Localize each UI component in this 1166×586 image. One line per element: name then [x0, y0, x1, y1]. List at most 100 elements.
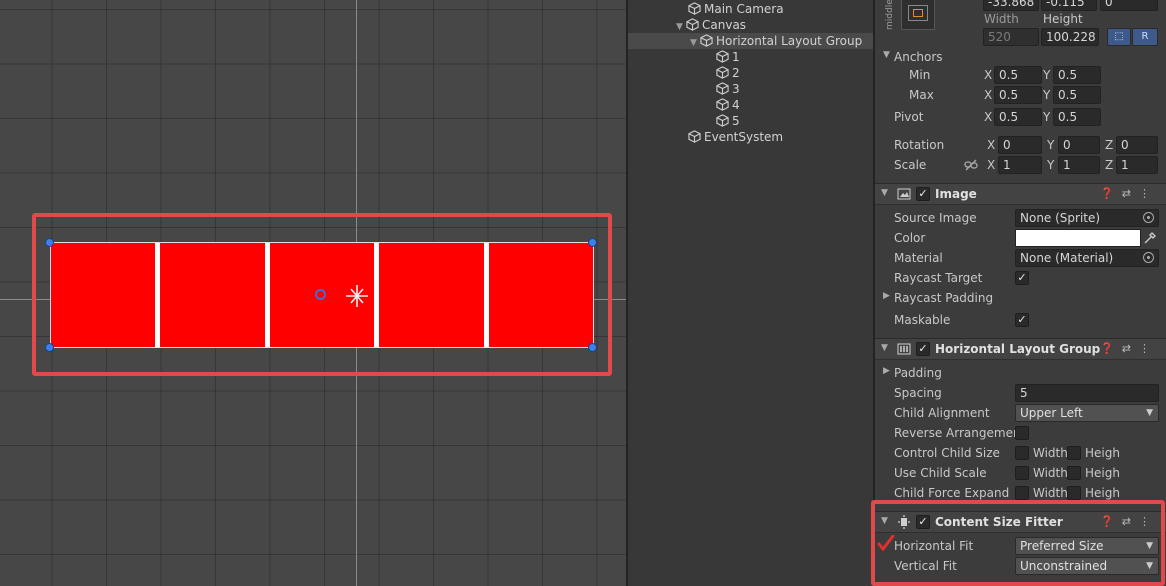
- hierarchy-item-3[interactable]: 3: [716, 81, 740, 97]
- color-swatch[interactable]: [1015, 229, 1141, 247]
- component-tools[interactable]: ❓⇄⋮: [1100, 187, 1158, 200]
- width-label: Width: [984, 12, 1019, 26]
- check-mark-annotation-icon: [877, 535, 895, 551]
- scale-width-label: Width: [1033, 466, 1068, 480]
- material-field[interactable]: None (Material): [1015, 249, 1159, 267]
- control-width-label: Width: [1033, 446, 1068, 460]
- image-component-icon: [897, 188, 911, 200]
- object-picker-icon[interactable]: [1143, 212, 1154, 223]
- child-force-expand-height-checkbox[interactable]: [1067, 486, 1081, 500]
- rotation-y-field[interactable]: 0: [1058, 136, 1100, 154]
- raycast-target-checkbox[interactable]: ✓: [1015, 271, 1029, 285]
- material-label: Material: [894, 251, 943, 265]
- anchors-label: Anchors: [894, 50, 943, 64]
- anchor-preset-button[interactable]: [901, 0, 935, 30]
- image-component-header[interactable]: ▼ ✓ Image ❓⇄⋮: [875, 183, 1166, 205]
- hierarchy-item-canvas[interactable]: ▼ Canvas: [676, 17, 746, 33]
- blueprint-mode-button[interactable]: ⬚: [1107, 28, 1131, 46]
- control-height-label: Heigh: [1085, 446, 1120, 460]
- use-child-scale-width-checkbox[interactable]: [1015, 466, 1029, 480]
- constrain-proportions-icon[interactable]: [964, 159, 978, 171]
- hierarchy-item-horizontal-layout-group[interactable]: ▼ Horizontal Layout Group: [628, 33, 873, 49]
- min-label: Min: [909, 68, 931, 82]
- resize-handle-top-left[interactable]: [45, 238, 54, 247]
- component-tools[interactable]: ❓⇄⋮: [1100, 342, 1158, 355]
- anchor-max-y-field[interactable]: 0.5: [1053, 86, 1101, 104]
- hlg-enabled-checkbox[interactable]: ✓: [916, 342, 930, 356]
- width-field[interactable]: 520: [983, 28, 1039, 46]
- anchor-preset-center: [913, 9, 923, 17]
- fold-arrow-icon[interactable]: ▼: [881, 343, 888, 353]
- gameobject-icon: [716, 66, 729, 79]
- raw-edit-button[interactable]: R: [1132, 28, 1158, 46]
- pivot-handle[interactable]: [315, 289, 326, 300]
- resize-handle-bottom-left[interactable]: [45, 343, 54, 352]
- fold-arrow-icon[interactable]: ▼: [881, 188, 888, 198]
- hierarchy-panel: Main Camera ▼ Canvas ▼ Horizontal Layout G…: [628, 0, 873, 586]
- scale-y-field[interactable]: 1: [1058, 156, 1100, 174]
- anchors-fold-icon[interactable]: ▼: [883, 50, 890, 60]
- hierarchy-item-main-camera[interactable]: Main Camera: [688, 1, 784, 17]
- resize-handle-top-right[interactable]: [588, 238, 597, 247]
- eyedropper-icon[interactable]: [1143, 231, 1157, 245]
- reverse-arrangement-checkbox[interactable]: [1015, 426, 1029, 440]
- scale-height-label: Heigh: [1085, 466, 1120, 480]
- hierarchy-item-eventsystem[interactable]: EventSystem: [688, 129, 783, 145]
- object-picker-icon[interactable]: [1143, 252, 1154, 263]
- resize-handle-bottom-right[interactable]: [588, 343, 597, 352]
- pivot-y-field[interactable]: 0.5: [1053, 108, 1101, 126]
- anchor-icon[interactable]: [344, 283, 370, 309]
- hierarchy-item-1[interactable]: 1: [716, 49, 740, 65]
- scale-x-field[interactable]: 1: [998, 156, 1042, 174]
- reverse-arrangement-label: Reverse Arrangement: [894, 426, 1026, 440]
- use-child-scale-label: Use Child Scale: [894, 466, 987, 480]
- hlg-component-header[interactable]: ▼ ✓ Horizontal Layout Group ❓⇄⋮: [875, 338, 1166, 360]
- child-cell-4[interactable]: [379, 243, 484, 347]
- pos-x-field[interactable]: -33.868: [983, 0, 1039, 11]
- anchor-min-y-field[interactable]: 0.5: [1053, 66, 1101, 84]
- child-cell-1[interactable]: [51, 243, 156, 347]
- anchor-min-x-field[interactable]: 0.5: [994, 66, 1042, 84]
- pivot-y-label: Y: [1043, 110, 1051, 124]
- maskable-checkbox[interactable]: ✓: [1015, 313, 1029, 327]
- scale-z-field[interactable]: 1: [1116, 156, 1158, 174]
- gameobject-icon: [686, 18, 699, 31]
- image-enabled-checkbox[interactable]: ✓: [916, 187, 930, 201]
- raycast-padding-label[interactable]: Raycast Padding: [894, 291, 993, 305]
- padding-label[interactable]: Padding: [894, 366, 942, 380]
- child-alignment-dropdown[interactable]: Upper Left ▼: [1015, 404, 1159, 422]
- child-cell-5[interactable]: [488, 243, 594, 347]
- fold-arrow-icon[interactable]: ▼: [690, 35, 700, 51]
- spacing-field[interactable]: 5: [1015, 384, 1159, 402]
- source-image-field[interactable]: None (Sprite): [1015, 209, 1159, 227]
- padding-fold-icon[interactable]: ▶: [883, 366, 890, 376]
- hierarchy-item-5[interactable]: 5: [716, 113, 740, 129]
- rotation-x-field[interactable]: 0: [998, 136, 1042, 154]
- child-cell-2[interactable]: [160, 243, 265, 347]
- pivot-x-field[interactable]: 0.5: [994, 108, 1042, 126]
- hierarchy-item-2[interactable]: 2: [716, 65, 740, 81]
- gameobject-icon: [688, 130, 701, 143]
- hierarchy-item-4[interactable]: 4: [716, 97, 740, 113]
- scene-view[interactable]: [0, 0, 626, 586]
- control-child-height-checkbox[interactable]: [1067, 446, 1081, 460]
- pos-z-field[interactable]: 0: [1100, 0, 1158, 11]
- maskable-label: Maskable: [894, 313, 951, 327]
- highlight-box-inspector: [871, 500, 1165, 586]
- pos-y-field[interactable]: -0.115: [1041, 0, 1097, 11]
- rotation-z-field[interactable]: 0: [1116, 136, 1158, 154]
- horizontal-layout-icon: [897, 343, 911, 355]
- inspector-panel: middle -33.868 -0.115 0 Width Height 520…: [871, 0, 1166, 586]
- anchor-max-x-field[interactable]: 0.5: [994, 86, 1042, 104]
- control-child-size-label: Control Child Size: [894, 446, 1000, 460]
- expand-height-label: Heigh: [1085, 486, 1120, 500]
- material-value: None (Material): [1020, 251, 1114, 265]
- max-y-label: Y: [1043, 88, 1051, 102]
- rotation-label: Rotation: [894, 138, 945, 152]
- gameobject-icon: [716, 82, 729, 95]
- control-child-width-checkbox[interactable]: [1015, 446, 1029, 460]
- use-child-scale-height-checkbox[interactable]: [1067, 466, 1081, 480]
- child-force-expand-width-checkbox[interactable]: [1015, 486, 1029, 500]
- raycast-padding-fold-icon[interactable]: ▶: [883, 291, 890, 301]
- height-field[interactable]: 100.228: [1041, 28, 1099, 46]
